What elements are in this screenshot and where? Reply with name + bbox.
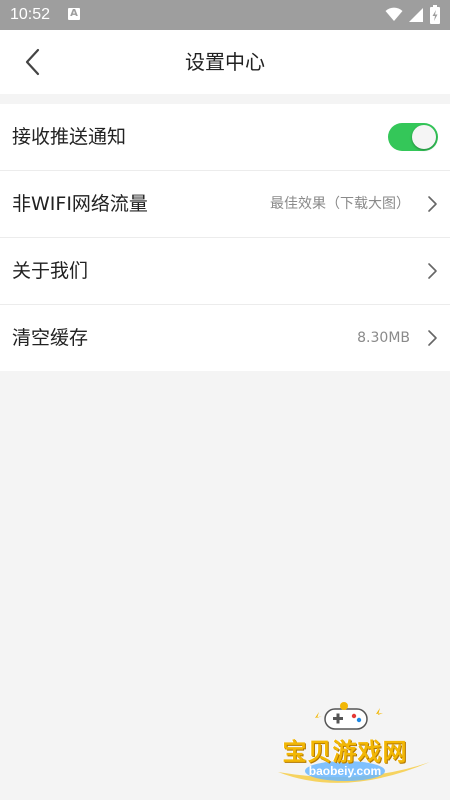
settings-row-clear-cache[interactable]: 清空缓存 8.30MB bbox=[0, 305, 450, 371]
push-notifications-toggle[interactable] bbox=[388, 123, 438, 151]
notification-icon: A bbox=[68, 8, 80, 20]
watermark-logo: 宝贝游戏网 baobeiy.com bbox=[270, 700, 440, 795]
signal-icon bbox=[408, 7, 424, 27]
chevron-right-icon bbox=[428, 196, 437, 212]
push-notifications-label: 接收推送通知 bbox=[12, 126, 127, 148]
status-bar: 10:52 A bbox=[0, 0, 450, 30]
non-wifi-traffic-value: 最佳效果（下载大图） bbox=[270, 196, 410, 212]
toggle-knob bbox=[412, 125, 436, 149]
cache-size-value: 8.30MB bbox=[357, 330, 410, 346]
about-us-label: 关于我们 bbox=[12, 260, 89, 282]
chevron-right-icon bbox=[428, 330, 437, 346]
wifi-icon bbox=[385, 7, 403, 26]
battery-icon bbox=[430, 5, 440, 28]
watermark-url: baobeiy.com bbox=[308, 764, 382, 778]
page-title: 设置中心 bbox=[185, 50, 265, 74]
status-time: 10:52 bbox=[10, 6, 51, 23]
watermark-title: 宝贝游戏网 bbox=[282, 738, 408, 766]
header: 设置中心 bbox=[0, 30, 450, 94]
settings-list: 接收推送通知 非WIFI网络流量 最佳效果（下载大图） 关于我们 清空缓存 8.… bbox=[0, 104, 450, 371]
clear-cache-label: 清空缓存 bbox=[12, 327, 89, 349]
chevron-right-icon bbox=[428, 263, 437, 279]
non-wifi-traffic-label: 非WIFI网络流量 bbox=[12, 193, 148, 215]
settings-row-non-wifi-traffic[interactable]: 非WIFI网络流量 最佳效果（下载大图） bbox=[0, 171, 450, 238]
settings-row-about-us[interactable]: 关于我们 bbox=[0, 238, 450, 305]
settings-row-push-notifications: 接收推送通知 bbox=[0, 104, 450, 171]
